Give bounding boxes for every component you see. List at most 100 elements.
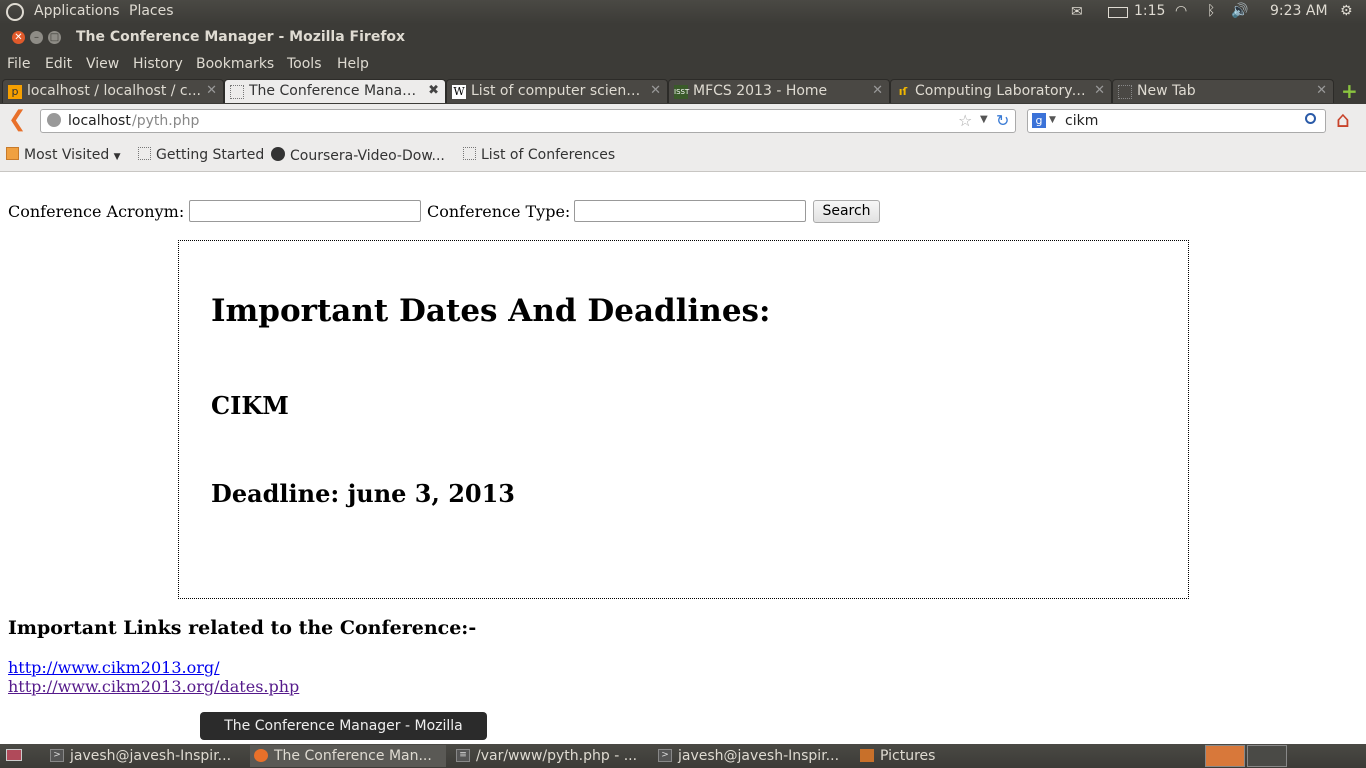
wifi-icon[interactable]: ◠ — [1175, 3, 1187, 19]
places-menu[interactable]: Places — [129, 3, 174, 19]
link-cikm-dates[interactable]: http://www.cikm2013.org/dates.php — [8, 677, 299, 696]
blank-page-icon — [230, 85, 244, 99]
tab-conference-manager[interactable]: The Conference Manager ✖ — [224, 79, 446, 103]
url-host: localhost — [68, 113, 131, 129]
workspace-2-icon[interactable] — [1247, 745, 1287, 767]
back-arrow-icon[interactable]: ❮ — [8, 107, 26, 132]
google-icon[interactable]: g — [1032, 113, 1046, 128]
menu-view[interactable]: View — [86, 56, 119, 72]
folder-icon — [6, 147, 19, 160]
tab-label: localhost / localhost / c... — [27, 83, 201, 99]
chevron-down-icon[interactable]: ▼ — [1049, 115, 1056, 125]
type-label: Conference Type: — [427, 202, 571, 221]
menu-help[interactable]: Help — [337, 56, 369, 72]
star-icon[interactable]: ☆ — [958, 111, 972, 130]
home-icon[interactable]: ⌂ — [1336, 108, 1350, 133]
firefox-icon — [254, 749, 268, 762]
taskbar-label: /var/www/pyth.php - ... — [476, 748, 638, 764]
taskbar-tooltip: The Conference Manager - Mozilla Firefox — [200, 712, 487, 762]
close-icon[interactable]: ✕ — [1094, 83, 1105, 98]
bluetooth-icon[interactable]: ᛒ — [1207, 3, 1215, 19]
conference-name: CIKM — [211, 391, 289, 420]
url-bar[interactable]: localhost /pyth.php ☆ ▼ ↻ — [40, 109, 1016, 133]
folder-icon — [860, 749, 874, 762]
mail-icon[interactable]: ✉ — [1071, 4, 1083, 20]
search-icon[interactable] — [1305, 113, 1316, 124]
url-path: /pyth.php — [132, 113, 200, 129]
blank-page-icon — [1118, 85, 1132, 99]
oxford-icon: ıſ — [898, 85, 908, 98]
window-title: The Conference Manager - Mozilla Firefox — [76, 29, 406, 45]
tab-mfcs[interactable]: ISST MFCS 2013 - Home ✕ — [668, 79, 890, 103]
tab-wikipedia[interactable]: W List of computer scienc... ✕ — [446, 79, 668, 103]
tab-localhost[interactable]: p localhost / localhost / c... ✕ — [2, 79, 224, 103]
menu-history[interactable]: History — [133, 56, 183, 72]
new-tab-plus-icon[interactable]: + — [1341, 79, 1358, 103]
menu-edit[interactable]: Edit — [45, 56, 72, 72]
search-bar[interactable]: g ▼ cikm — [1027, 109, 1326, 133]
menu-bar: File Edit View History Bookmarks Tools H… — [0, 51, 1366, 77]
page-content: Conference Acronym: Conference Type: Sea… — [0, 172, 1366, 744]
bookmark-label: List of Conferences — [481, 147, 616, 163]
tab-strip: p localhost / localhost / c... ✕ The Con… — [0, 77, 1366, 104]
taskbar-terminal-2[interactable]: > javesh@javesh-Inspir... — [654, 745, 850, 767]
minimize-window-button[interactable]: – — [30, 31, 43, 44]
bookmark-most-visited[interactable]: Most Visited ▼ — [6, 147, 121, 163]
taskbar: > javesh@javesh-Inspir... The Conference … — [0, 744, 1366, 768]
close-icon[interactable]: ✕ — [206, 83, 217, 98]
acronym-input[interactable] — [189, 200, 421, 222]
bookmark-list-of-conferences[interactable]: List of Conferences — [463, 147, 615, 163]
bookmark-label: Coursera-Video-Dow... — [290, 148, 445, 164]
gear-icon[interactable]: ⚙ — [1340, 3, 1353, 19]
pma-icon: p — [8, 85, 22, 99]
taskbar-editor[interactable]: ≡ /var/www/pyth.php - ... — [452, 745, 648, 767]
taskbar-label: javesh@javesh-Inspir... — [70, 748, 232, 764]
isst-icon: ISST — [674, 85, 689, 99]
menu-bookmarks[interactable]: Bookmarks — [196, 56, 274, 72]
close-icon[interactable]: ✖ — [428, 83, 439, 98]
dates-panel: Important Dates And Deadlines: CIKM Dead… — [178, 240, 1189, 599]
close-icon[interactable]: ✕ — [1316, 83, 1327, 98]
text-editor-icon: ≡ — [456, 749, 470, 762]
close-window-button[interactable]: ✕ — [12, 31, 25, 44]
ubuntu-logo-icon[interactable] — [6, 3, 24, 21]
menu-tools[interactable]: Tools — [287, 56, 322, 72]
battery-time[interactable]: 1:15 — [1134, 3, 1165, 19]
tab-computing-lab[interactable]: ıſ Computing Laboratory:... ✕ — [890, 79, 1112, 103]
window-title-bar: ✕ – □ The Conference Manager - Mozilla F… — [0, 24, 1366, 51]
applications-menu[interactable]: Applications — [34, 3, 120, 19]
taskbar-label: Pictures — [880, 748, 936, 764]
blank-page-icon — [463, 147, 476, 160]
taskbar-label: javesh@javesh-Inspir... — [678, 748, 840, 764]
bookmark-coursera[interactable]: Coursera-Video-Dow... — [271, 147, 445, 164]
bookmark-label: Getting Started — [156, 147, 265, 163]
search-query: cikm — [1065, 113, 1099, 129]
type-input[interactable] — [574, 200, 806, 222]
workspace-1-icon[interactable] — [1205, 745, 1245, 767]
chevron-down-icon[interactable]: ▼ — [980, 114, 988, 125]
tab-label: New Tab — [1137, 83, 1196, 99]
close-icon[interactable]: ✕ — [872, 83, 883, 98]
maximize-window-button[interactable]: □ — [48, 31, 61, 44]
tab-new-tab[interactable]: New Tab ✕ — [1112, 79, 1334, 103]
taskbar-terminal-1[interactable]: > javesh@javesh-Inspir... — [46, 745, 242, 767]
search-button[interactable]: Search — [813, 200, 880, 223]
acronym-label: Conference Acronym: — [8, 202, 185, 221]
top-panel: Applications Places ✉ 1:15 ◠ ᛒ 🔊 9:23 AM… — [0, 0, 1366, 24]
menu-file[interactable]: File — [7, 56, 30, 72]
terminal-icon: > — [658, 749, 672, 762]
bookmark-getting-started[interactable]: Getting Started — [138, 147, 264, 163]
close-icon[interactable]: ✕ — [650, 83, 661, 98]
globe-icon[interactable] — [47, 113, 61, 127]
clock[interactable]: 9:23 AM — [1270, 3, 1328, 19]
link-cikm-home[interactable]: http://www.cikm2013.org/ — [8, 658, 220, 677]
reload-icon[interactable]: ↻ — [996, 111, 1009, 130]
taskbar-pictures[interactable]: Pictures — [856, 745, 1052, 767]
taskbar-label: The Conference Man... — [274, 748, 432, 764]
show-desktop-icon[interactable] — [6, 749, 22, 761]
taskbar-firefox[interactable]: The Conference Man... — [250, 745, 446, 767]
bookmarks-toolbar: Most Visited ▼ Getting Started Coursera-… — [0, 140, 1366, 172]
volume-icon[interactable]: 🔊 — [1231, 3, 1248, 19]
battery-icon[interactable] — [1108, 7, 1128, 18]
github-icon — [271, 147, 285, 161]
